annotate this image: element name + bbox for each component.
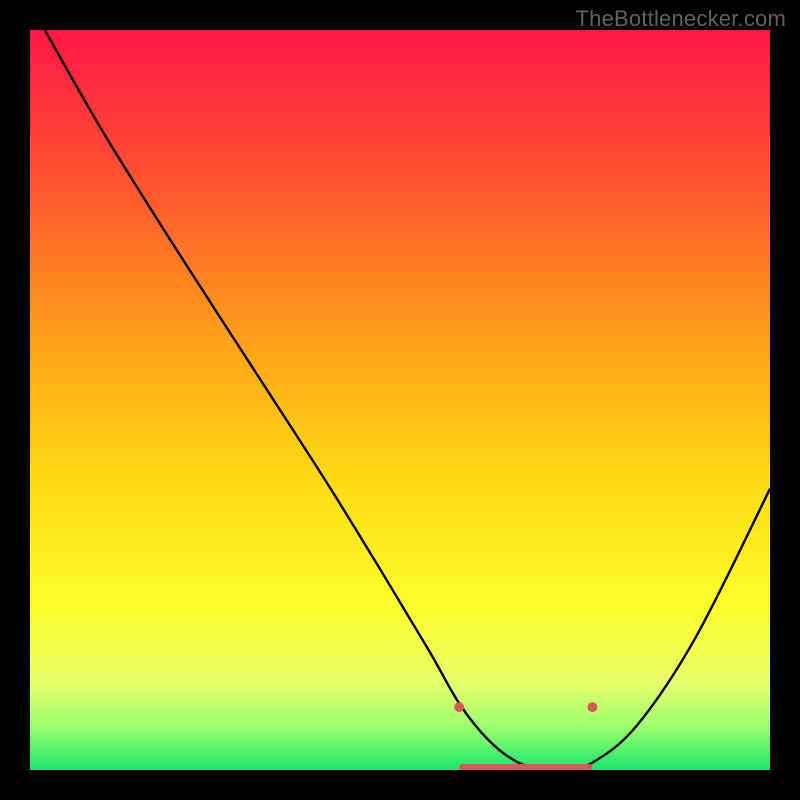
watermark-label: TheBottlenecker.com xyxy=(576,6,786,32)
marker-left xyxy=(454,702,464,712)
chart-container xyxy=(30,30,770,770)
chart-svg xyxy=(30,30,770,770)
chart-background xyxy=(30,30,770,770)
marker-right xyxy=(587,702,597,712)
flat-band xyxy=(459,764,592,770)
